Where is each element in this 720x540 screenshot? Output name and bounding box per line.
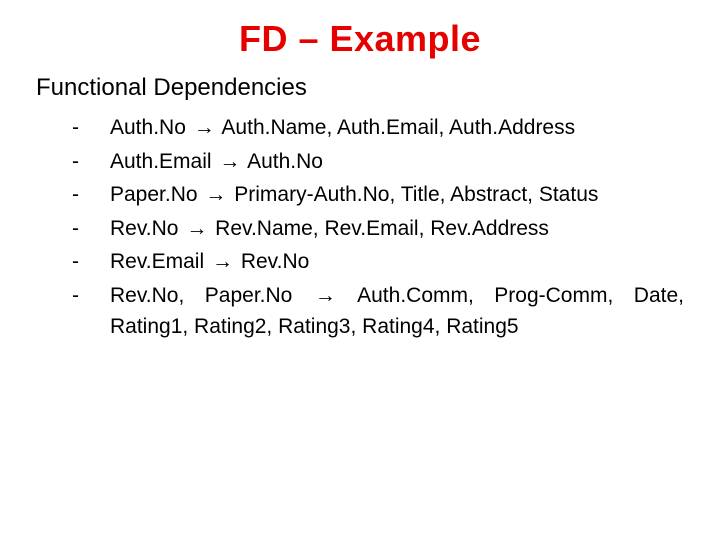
arrow-icon: → [210,246,235,278]
fd-lhs: Rev.No [110,217,178,240]
slide-title: FD – Example [36,18,684,60]
arrow-icon: → [184,213,209,245]
fd-rhs: Primary-Auth.No, Title, Abstract, Status [234,183,598,206]
fd-lhs: Paper.No [110,183,198,206]
list-item: Auth.Email → Auth.No [72,146,684,178]
list-item: Rev.No, Paper.No → Auth.Comm, Prog-Comm,… [72,280,684,343]
arrow-icon: → [192,112,217,144]
slide-subtitle: Functional Dependencies [36,74,684,102]
arrow-icon: → [313,280,338,312]
fd-lhs: Auth.Email [110,150,212,173]
arrow-icon: → [203,179,228,211]
fd-lhs: Rev.Email [110,250,204,273]
fd-rhs: Auth.Name, Auth.Email, Auth.Address [221,116,575,139]
list-item: Paper.No → Primary-Auth.No, Title, Abstr… [72,179,684,211]
list-item: Rev.Email → Rev.No [72,246,684,278]
arrow-icon: → [217,146,242,178]
fd-lhs: Rev.No, Paper.No [110,284,292,307]
fd-rhs: Rev.No [241,250,309,273]
fd-rhs: Auth.No [247,150,323,173]
fd-list: Auth.No → Auth.Name, Auth.Email, Auth.Ad… [36,112,684,343]
list-item: Rev.No → Rev.Name, Rev.Email, Rev.Addres… [72,213,684,245]
list-item: Auth.No → Auth.Name, Auth.Email, Auth.Ad… [72,112,684,144]
fd-rhs: Rev.Name, Rev.Email, Rev.Address [215,217,549,240]
fd-lhs: Auth.No [110,116,186,139]
slide: FD – Example Functional Dependencies Aut… [0,0,720,540]
